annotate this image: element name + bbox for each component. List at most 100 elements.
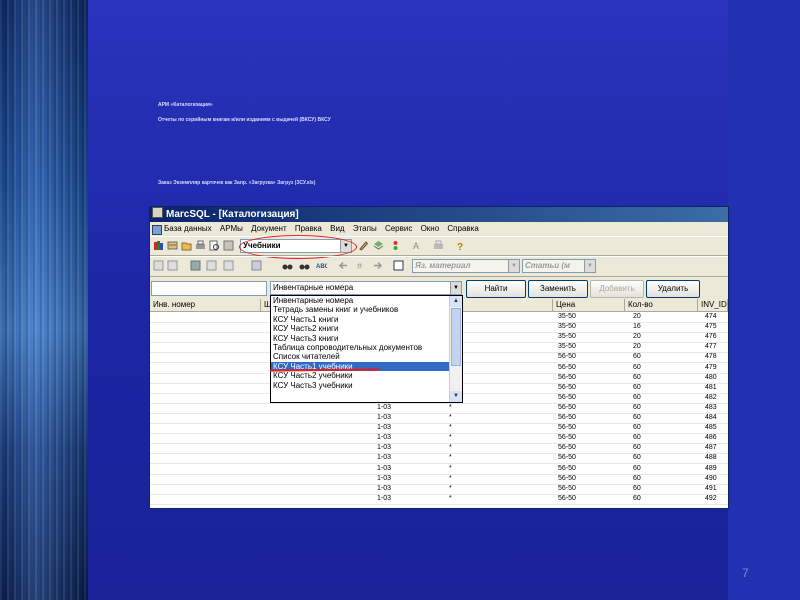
column-price[interactable]: Цена [553, 299, 625, 311]
view-mode-icon[interactable] [251, 260, 262, 271]
menubar: База данных АРМы Документ Правка Вид Эта… [150, 222, 728, 236]
table-cell [150, 494, 153, 504]
material-language-combo[interactable]: Яз. материал ▼ [412, 259, 520, 273]
dropdown-option[interactable]: КСУ Часть2 книги [271, 324, 449, 333]
dropdown-option[interactable]: КСУ Часть3 книги [271, 334, 449, 343]
table-cell: 60 [633, 474, 641, 482]
chevron-down-icon[interactable]: ▼ [584, 260, 595, 272]
slide-right-panel [728, 0, 800, 600]
column-quantity[interactable]: Кол-во [625, 299, 698, 311]
menu-document[interactable]: Документ [251, 222, 287, 236]
help-icon[interactable]: ? [455, 240, 466, 251]
find-button[interactable]: Найти [466, 280, 526, 298]
dropdown-scrollbar[interactable]: ▲ ▼ [449, 296, 462, 402]
search-field-select[interactable]: Инвентарные номера ▼ [270, 281, 462, 295]
scroll-thumb[interactable] [451, 308, 461, 366]
menu-arms[interactable]: АРМы [220, 222, 243, 236]
table-cell [150, 352, 153, 362]
dropdown-option[interactable]: Тетрадь замены книг и учебников [271, 305, 449, 314]
edit-icon[interactable] [167, 260, 178, 271]
menu-window[interactable]: Окно [421, 222, 440, 236]
table-cell [150, 423, 153, 433]
dropdown-option[interactable]: Список читателей [271, 352, 449, 361]
table-cell: 1-03 [377, 494, 392, 502]
preview-icon[interactable] [209, 240, 220, 251]
replace-button[interactable]: Заменить [528, 280, 588, 298]
binoculars-next-icon[interactable] [299, 260, 310, 271]
column-inventory-number[interactable]: Инв. номер [150, 299, 261, 311]
table-cell: 475 [705, 323, 717, 331]
chevron-down-icon[interactable]: ▼ [508, 260, 519, 272]
chevron-down-icon[interactable]: ▼ [450, 282, 461, 294]
articles-placeholder: Статьи (м [525, 261, 570, 270]
table-cell: 485 [705, 424, 717, 432]
menu-stages[interactable]: Этапы [353, 222, 377, 236]
arrow-left-icon[interactable] [338, 260, 349, 271]
table-cell: 56-50 [558, 403, 576, 411]
dropdown-option[interactable]: КСУ Часть2 учебники [271, 371, 449, 380]
table-cell: * [449, 444, 452, 452]
table-cell: 56-50 [558, 464, 576, 472]
save-icon[interactable] [190, 260, 201, 271]
table-cell: * [449, 424, 452, 432]
document-menu-icon[interactable] [152, 225, 162, 235]
table-cell [150, 443, 153, 453]
window-title: MarcSQL - [Каталогизация] [166, 209, 299, 220]
table-cell [150, 342, 153, 352]
table-cell: 56-50 [558, 363, 576, 371]
search-input[interactable] [151, 281, 267, 296]
dropdown-option[interactable]: Таблица сопроводительных документов [271, 343, 449, 352]
table-cell: 1-03 [377, 414, 392, 421]
grid-icon[interactable] [153, 260, 164, 271]
table-cell: * [449, 434, 452, 442]
frame-icon[interactable] [393, 260, 404, 271]
table-cell: 60 [633, 454, 641, 462]
pencil-icon[interactable] [358, 240, 369, 251]
binoculars-icon[interactable] [282, 260, 293, 271]
abc-icon[interactable]: ABC [316, 260, 327, 271]
add-button[interactable]: Добавить [590, 280, 644, 298]
scroll-up-icon[interactable]: ▲ [450, 296, 462, 307]
menu-help[interactable]: Справка [447, 222, 478, 236]
paste-icon[interactable] [223, 260, 234, 271]
window-titlebar[interactable]: MarcSQL - [Каталогизация] [150, 207, 728, 222]
scroll-down-icon[interactable]: ▼ [450, 391, 462, 402]
table-cell: * [449, 494, 452, 502]
print-icon[interactable] [195, 240, 206, 251]
stack-icon[interactable] [373, 240, 384, 251]
menu-edit[interactable]: Правка [295, 222, 322, 236]
table-cell: 56-50 [558, 454, 576, 462]
table-cell: * [449, 454, 452, 462]
table-cell: 60 [633, 434, 641, 442]
books-icon[interactable] [153, 240, 164, 251]
arrow-right-icon[interactable] [372, 260, 383, 271]
table-cell [150, 413, 153, 423]
secondary-toolbar: ABC # Яз. материал ▼ Статьи (м ▼ [150, 256, 728, 277]
menu-database[interactable]: База данных [164, 222, 212, 236]
svg-text:ABC: ABC [316, 264, 327, 270]
copy-icon[interactable] [206, 260, 217, 271]
table-cell: 60 [633, 353, 641, 361]
dropdown-option[interactable]: КСУ Часть1 книги [271, 315, 449, 324]
menu-service[interactable]: Сервис [385, 222, 412, 236]
table-cell: 482 [705, 393, 717, 401]
table-row[interactable]: 1-03 * 56-50 60 492 [150, 494, 728, 505]
print-disabled-icon[interactable] [433, 240, 444, 251]
settings-icon[interactable] [223, 240, 234, 251]
table-cell: 477 [705, 343, 717, 351]
main-toolbar: Учебники ▼ A ? [150, 235, 728, 259]
font-icon[interactable]: A [412, 240, 423, 251]
menu-view[interactable]: Вид [330, 222, 344, 236]
traffic-light-icon[interactable] [390, 240, 401, 251]
catalog-icon[interactable] [167, 240, 178, 251]
table-cell: 56-50 [558, 383, 576, 391]
column-inv-id[interactable]: INV_ID [698, 299, 728, 311]
table-cell [150, 363, 153, 373]
open-folder-icon[interactable] [181, 240, 192, 251]
dropdown-option[interactable]: Инвентарные номера [271, 296, 449, 305]
table-cell: 56-50 [558, 444, 576, 452]
delete-button[interactable]: Удалить [646, 280, 700, 298]
articles-combo[interactable]: Статьи (м ▼ [522, 259, 596, 273]
dropdown-option[interactable]: КСУ Часть3 учебники [271, 381, 449, 390]
hash-icon[interactable]: # [355, 260, 366, 271]
